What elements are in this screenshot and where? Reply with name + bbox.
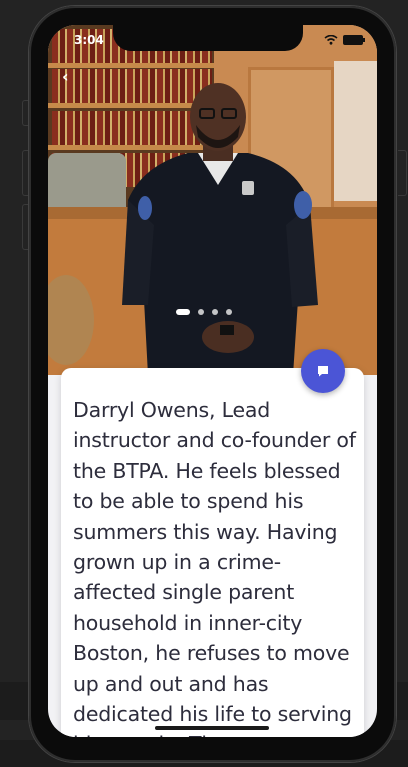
description-text: Darryl Owens, Lead instructor and co-fou…	[73, 398, 356, 737]
carousel-dot[interactable]	[176, 309, 190, 315]
description-card: Darryl Owens, Lead instructor and co-fou…	[61, 368, 364, 737]
phone-screen: 3:04 ‹ Darryl Owens, Lead instructor and…	[48, 25, 377, 737]
officer-figure	[122, 83, 318, 375]
carousel-dots[interactable]	[176, 309, 232, 315]
profile-photo	[48, 25, 377, 375]
home-indicator[interactable]	[155, 726, 269, 730]
carousel-dot[interactable]	[198, 309, 204, 315]
phone-notch	[113, 25, 303, 51]
wifi-icon	[324, 35, 338, 45]
status-icons	[324, 35, 365, 45]
chat-icon	[318, 366, 328, 377]
chat-button[interactable]	[301, 349, 345, 393]
carousel-dot[interactable]	[226, 309, 232, 315]
battery-icon	[343, 35, 365, 45]
back-button[interactable]: ‹	[62, 67, 69, 86]
background-edge-tab-right	[398, 150, 407, 196]
carousel-dot[interactable]	[212, 309, 218, 315]
status-time: 3:04	[74, 33, 104, 47]
